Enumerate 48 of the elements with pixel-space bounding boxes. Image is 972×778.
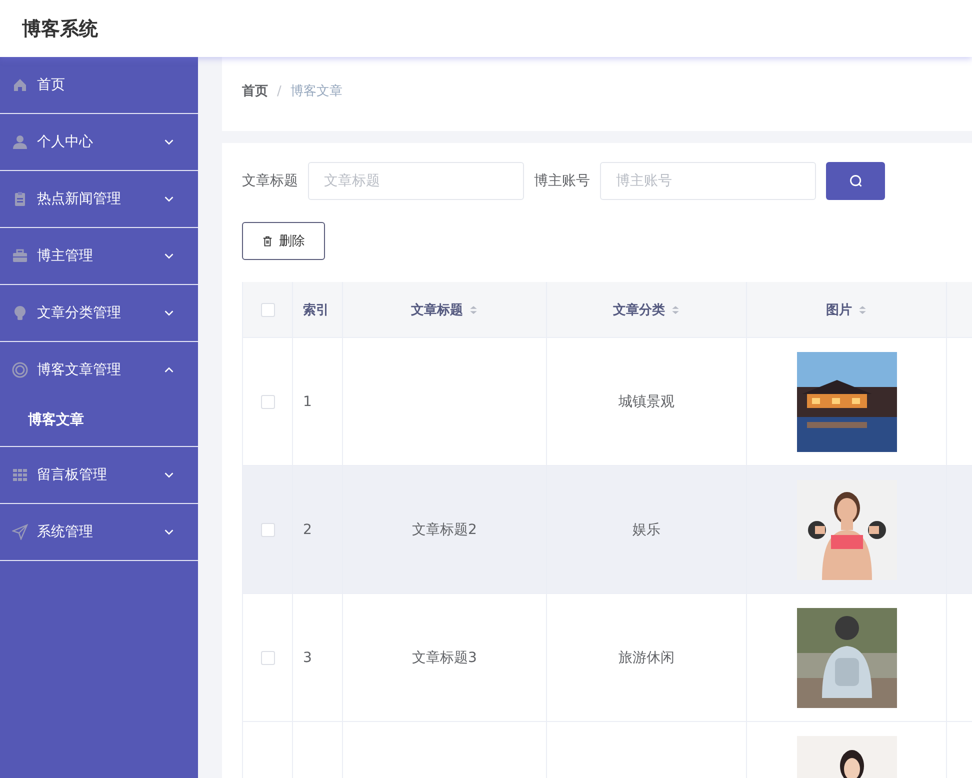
clipboard-icon (12, 191, 28, 207)
column-header[interactable]: 图片 (826, 300, 852, 318)
trash-icon (262, 235, 273, 247)
breadcrumb-separator: / (277, 84, 282, 98)
lightbulb-icon (12, 305, 28, 321)
briefcase-icon (12, 248, 28, 264)
table-row[interactable]: 2 文章标题2 娱乐 (243, 466, 972, 594)
sort-icon (858, 304, 867, 316)
app-title: 博客系统 (22, 16, 98, 42)
field-label: 文章标题 (242, 172, 298, 190)
breadcrumb-item[interactable]: 首页 (242, 82, 268, 100)
table-cell: 1 (303, 394, 312, 410)
search-icon (848, 174, 862, 188)
column-header[interactable]: 文章标题 (411, 300, 463, 318)
table-row[interactable]: 3 文章标题3 旅游休闲 (243, 594, 972, 722)
grid-icon (12, 467, 28, 483)
menu-item[interactable]: 热点新闻管理 (0, 171, 198, 227)
table-cell: 城镇景观 (618, 392, 674, 410)
checkbox[interactable] (260, 650, 274, 664)
checkbox[interactable] (260, 394, 274, 408)
menu-item[interactable]: 系统管理 (0, 504, 198, 560)
column-header[interactable]: 索引 (303, 300, 329, 318)
table-cell: 3 (303, 650, 312, 666)
checkbox[interactable] (260, 302, 274, 316)
input-field[interactable]: 博主账号 (600, 162, 816, 200)
delete-button[interactable]: 删除 (242, 222, 325, 260)
column-header[interactable]: 文章分类 (613, 300, 665, 318)
checkbox[interactable] (260, 522, 274, 536)
menu-item[interactable]: 首页 (0, 57, 198, 113)
search-button[interactable] (826, 162, 885, 200)
sort-icon (671, 304, 680, 316)
table-cell: 娱乐 (632, 520, 660, 538)
table-cell: 2 (303, 522, 312, 538)
send-icon (12, 524, 28, 540)
input-field[interactable]: 文章标题 (308, 162, 524, 200)
menu-item[interactable]: 留言板管理 (0, 447, 198, 503)
table-cell: 旅游休闲 (618, 648, 674, 666)
menu-item[interactable]: 个人中心 (0, 114, 198, 170)
table-cell: 文章标题3 (412, 648, 477, 666)
table-cell: 文章标题2 (412, 520, 477, 538)
menu-item[interactable]: 文章分类管理 (0, 285, 198, 341)
table-row[interactable]: 1 城镇景观 (243, 338, 972, 466)
sort-icon (469, 304, 478, 316)
person-icon (12, 134, 28, 150)
home-icon (12, 77, 28, 93)
field-label: 博主账号 (534, 172, 590, 190)
target-icon (12, 362, 28, 378)
menu-item[interactable]: 博主管理 (0, 228, 198, 284)
